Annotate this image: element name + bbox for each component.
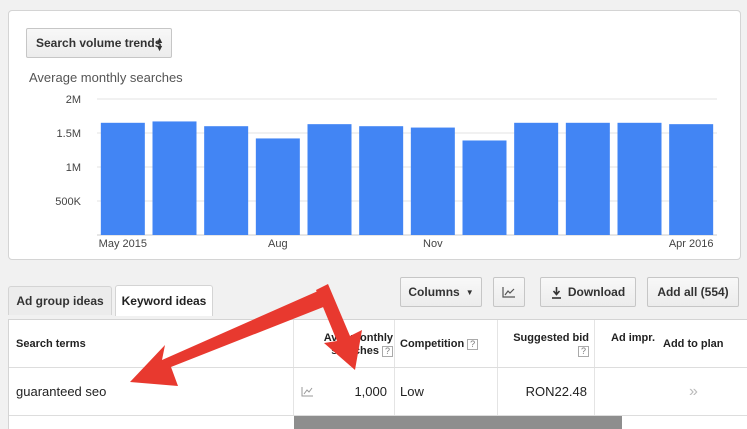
x-tick-label: Nov bbox=[423, 238, 443, 250]
chart-bar[interactable] bbox=[462, 140, 507, 235]
tab-keyword-ideas[interactable]: Keyword ideas bbox=[115, 285, 213, 316]
chart-bar[interactable] bbox=[307, 124, 352, 235]
keyword-ideas-table: Search terms Avg. monthly searches? Comp… bbox=[8, 319, 747, 429]
tab-ad-group-ideas[interactable]: Ad group ideas bbox=[8, 286, 112, 315]
caret-down-icon: ▼ bbox=[465, 287, 474, 297]
chart-bar[interactable] bbox=[514, 122, 559, 235]
competition-value: Low bbox=[400, 384, 424, 399]
chart-bar[interactable] bbox=[617, 122, 662, 235]
y-tick-label: 1M bbox=[66, 162, 81, 174]
download-label: Download bbox=[567, 285, 626, 299]
download-icon bbox=[551, 286, 561, 299]
header-bid-label: Suggested bid bbox=[513, 332, 589, 344]
y-tick-label: 500K bbox=[55, 196, 81, 208]
table-row: guaranteed seo 1,000 Low RON22.48 » bbox=[9, 367, 747, 416]
line-chart-icon bbox=[502, 287, 515, 298]
columns-label: Columns bbox=[408, 285, 460, 299]
header-avg-line1: Avg. monthly bbox=[323, 332, 393, 344]
chart-bar[interactable] bbox=[410, 127, 455, 235]
help-icon[interactable]: ? bbox=[467, 338, 479, 350]
horizontal-scrollbar[interactable] bbox=[294, 416, 622, 429]
add-to-plan-icon[interactable]: » bbox=[689, 368, 698, 415]
chart-bar[interactable] bbox=[255, 138, 300, 235]
help-icon[interactable]: ? bbox=[382, 345, 393, 357]
chart-bar[interactable] bbox=[565, 122, 610, 235]
download-button[interactable]: Download bbox=[540, 277, 636, 307]
chart-bar[interactable] bbox=[152, 121, 197, 235]
help-icon[interactable]: ? bbox=[578, 345, 589, 357]
header-avg-line2: searches bbox=[331, 345, 379, 357]
x-tick-label: May 2015 bbox=[99, 238, 147, 250]
search-volume-chart: 2M 1.5M 1M 500K May 2015 Aug Nov Apr 2016 bbox=[55, 94, 717, 250]
x-tick-label: Apr 2016 bbox=[669, 238, 714, 250]
y-tick-label: 1.5M bbox=[57, 128, 81, 140]
chart-toggle-button[interactable] bbox=[493, 277, 525, 307]
chart-bar[interactable] bbox=[100, 122, 145, 235]
chart-bar[interactable] bbox=[669, 124, 714, 235]
chart-bar[interactable] bbox=[359, 126, 404, 235]
header-competition-label: Competition bbox=[400, 338, 465, 350]
add-all-button[interactable]: Add all (554) bbox=[647, 277, 739, 307]
chart-bar[interactable] bbox=[204, 126, 249, 235]
x-tick-label: Aug bbox=[268, 238, 288, 250]
columns-button[interactable]: Columns ▼ bbox=[400, 277, 482, 307]
search-volume-panel: Search volume trends ▲ ▼ Average monthly … bbox=[8, 10, 741, 260]
keyword-term: guaranteed seo bbox=[16, 384, 107, 399]
avg-monthly-searches-value: 1,000 bbox=[354, 384, 387, 399]
y-tick-label: 2M bbox=[66, 94, 81, 106]
suggested-bid-value: RON22.48 bbox=[525, 384, 587, 399]
